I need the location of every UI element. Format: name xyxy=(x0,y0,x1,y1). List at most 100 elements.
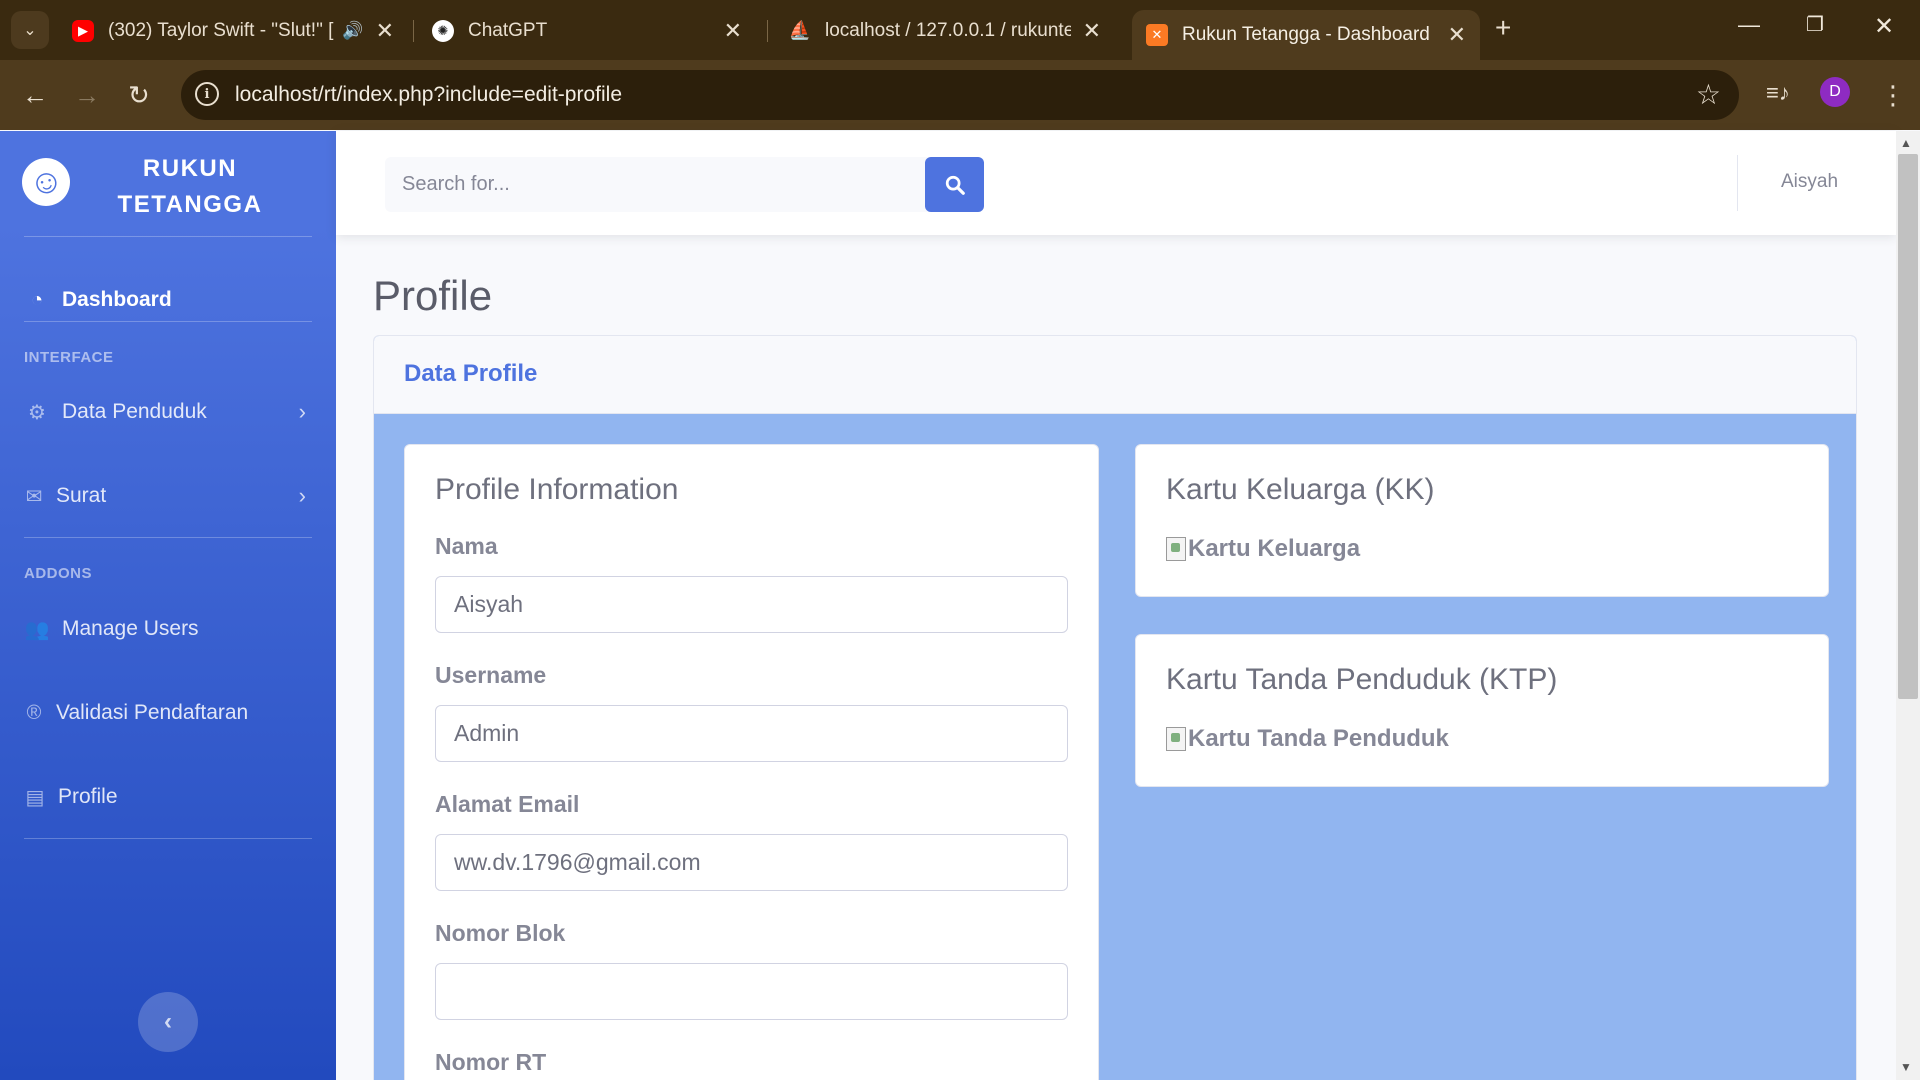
sidebar-item-surat[interactable]: ✉ Surat › xyxy=(24,476,312,516)
nama-input[interactable] xyxy=(435,576,1068,633)
tab-phpmyadmin[interactable]: ⛵ localhost / 127.0.0.1 / rukunteta ✕ xyxy=(775,10,1115,51)
broken-image-icon xyxy=(1166,727,1186,751)
registered-icon: ® xyxy=(26,701,42,724)
profile-avatar[interactable]: D xyxy=(1820,77,1850,107)
sidebar-heading-interface: INTERFACE xyxy=(24,349,114,366)
users-icon: 👥 xyxy=(24,618,50,641)
alamat-email-label: Alamat Email xyxy=(435,791,580,817)
sidebar-item-data-penduduk[interactable]: ⚙ Data Penduduk › xyxy=(24,392,312,432)
chevron-right-icon: › xyxy=(298,483,306,508)
tab-youtube[interactable]: ▶ (302) Taylor Swift - "Slut!" [L 🔊 ✕ xyxy=(58,10,408,51)
profile-information-panel: Profile Information Nama Username Alamat… xyxy=(404,444,1099,1080)
scrollbar-thumb[interactable] xyxy=(1898,154,1918,699)
close-tab-icon[interactable]: ✕ xyxy=(1448,22,1466,48)
tab-title: (302) Taylor Swift - "Slut!" [L xyxy=(108,19,335,41)
address-bar[interactable]: i localhost/rt/index.php?include=edit-pr… xyxy=(181,70,1739,120)
bookmark-star-icon[interactable]: ☆ xyxy=(1696,78,1721,111)
panel-title: Kartu Tanda Penduduk (KTP) xyxy=(1166,663,1558,696)
tab-separator xyxy=(767,20,768,42)
sidebar-item-manage-users[interactable]: 👥 Manage Users xyxy=(24,609,312,649)
username-input[interactable] xyxy=(435,705,1068,762)
reload-icon[interactable]: ↻ xyxy=(128,80,150,111)
minimize-icon[interactable]: — xyxy=(1738,12,1760,38)
kebab-menu-icon[interactable]: ⋮ xyxy=(1880,80,1906,111)
search-icon xyxy=(945,175,965,195)
topbar: Aisyah xyxy=(336,131,1896,235)
sidebar-item-label: Manage Users xyxy=(62,617,199,640)
close-window-icon[interactable]: ✕ xyxy=(1874,12,1894,41)
sidebar-item-dashboard[interactable]: ◔ Dashboard xyxy=(24,280,312,320)
url-text[interactable]: localhost/rt/index.php?include=edit-prof… xyxy=(235,83,622,107)
data-profile-card: Data Profile Profile Information Nama Us… xyxy=(373,335,1857,1080)
sidebar-item-validasi-pendaftaran[interactable]: ® Validasi Pendaftaran xyxy=(24,693,312,733)
tab-chatgpt[interactable]: ✺ ChatGPT ✕ xyxy=(418,10,756,51)
kartu-keluarga-image: Kartu Keluarga xyxy=(1166,535,1360,563)
browser-tab-strip: ⌄ ▶ (302) Taylor Swift - "Slut!" [L 🔊 ✕ … xyxy=(0,0,1920,60)
brand-title: RUKUN TETANGGA xyxy=(90,151,290,223)
xampp-icon: ✕ xyxy=(1146,24,1168,46)
youtube-icon: ▶ xyxy=(72,19,94,42)
brand-line2: TETANGGA xyxy=(117,191,263,218)
nama-label: Nama xyxy=(435,533,498,559)
kartu-tanda-penduduk-panel: Kartu Tanda Penduduk (KTP) Kartu Tanda P… xyxy=(1135,634,1829,787)
scroll-down-arrow-icon[interactable]: ▼ xyxy=(1900,1060,1912,1074)
sidebar-heading-addons: ADDONS xyxy=(24,565,93,582)
close-tab-icon[interactable]: ✕ xyxy=(724,18,742,44)
tab-title: ChatGPT xyxy=(468,19,548,41)
sidebar-brand[interactable]: ☺ RUKUN TETANGGA xyxy=(0,131,336,236)
tab-title: Rukun Tetangga - Dashboard xyxy=(1182,24,1430,45)
tab-search-button[interactable]: ⌄ xyxy=(11,11,49,49)
search-button[interactable] xyxy=(925,157,984,212)
close-tab-icon[interactable]: ✕ xyxy=(376,18,394,44)
alamat-email-input[interactable] xyxy=(435,834,1068,891)
image-alt-text: Kartu Tanda Penduduk xyxy=(1188,725,1449,752)
scroll-up-arrow-icon[interactable]: ▲ xyxy=(1900,136,1912,150)
topbar-divider xyxy=(1737,155,1738,211)
kartu-tanda-penduduk-image: Kartu Tanda Penduduk xyxy=(1166,725,1449,753)
sidebar-divider xyxy=(24,838,312,839)
phpmyadmin-icon: ⛵ xyxy=(788,20,812,40)
tab-rukun-tetangga[interactable]: ✕ Rukun Tetangga - Dashboard ✕ xyxy=(1132,10,1480,60)
tab-separator xyxy=(413,20,414,42)
sidebar-divider xyxy=(24,236,312,237)
sidebar-divider xyxy=(24,537,312,538)
page-title: Profile xyxy=(373,272,493,319)
sidebar-item-label: Profile xyxy=(58,785,118,808)
search-input[interactable] xyxy=(385,157,930,212)
chatgpt-icon: ✺ xyxy=(432,19,454,42)
chevron-right-icon: › xyxy=(298,399,306,424)
site-info-icon[interactable]: i xyxy=(195,82,219,106)
cog-icon: ⚙ xyxy=(28,401,46,424)
tachometer-icon: ◔ xyxy=(30,288,44,311)
broken-image-icon xyxy=(1166,537,1186,561)
card-header: Data Profile xyxy=(374,336,1856,414)
browser-toolbar: ← → ↻ i localhost/rt/index.php?include=e… xyxy=(0,60,1920,130)
sidebar-toggle-button[interactable]: ‹ xyxy=(138,992,198,1052)
nomor-blok-label: Nomor Blok xyxy=(435,920,566,946)
nomor-blok-input[interactable] xyxy=(435,963,1068,1020)
image-alt-text: Kartu Keluarga xyxy=(1188,535,1361,562)
restore-icon[interactable]: ❐ xyxy=(1806,12,1824,37)
sidebar-item-profile[interactable]: ▤ Profile xyxy=(24,777,312,817)
close-tab-icon[interactable]: ✕ xyxy=(1083,18,1101,44)
id-card-icon: ▤ xyxy=(25,786,45,809)
forward-arrow-icon[interactable]: → xyxy=(74,80,100,111)
card-title: Data Profile xyxy=(404,360,538,387)
brand-line1: RUKUN xyxy=(142,155,238,182)
nomor-rt-label: Nomor RT xyxy=(435,1049,547,1075)
kartu-keluarga-panel: Kartu Keluarga (KK) Kartu Keluarga xyxy=(1135,444,1829,597)
user-name[interactable]: Aisyah xyxy=(1781,171,1838,193)
sidebar-item-label: Data Penduduk xyxy=(62,400,207,423)
sidebar-item-label: Validasi Pendaftaran xyxy=(56,701,249,724)
sidebar-divider xyxy=(24,321,312,322)
back-arrow-icon[interactable]: ← xyxy=(22,80,48,111)
envelope-icon: ✉ xyxy=(25,485,43,508)
laugh-wink-icon: ☺ xyxy=(16,152,76,212)
new-tab-button[interactable]: + xyxy=(1495,12,1511,44)
sidebar-item-label: Dashboard xyxy=(62,288,172,311)
panel-title: Kartu Keluarga (KK) xyxy=(1166,473,1435,506)
speaker-icon[interactable]: 🔊 xyxy=(342,21,363,41)
sidebar-item-label: Surat xyxy=(56,484,107,507)
panel-title: Profile Information xyxy=(435,473,679,506)
media-queue-icon[interactable]: ≡♪ xyxy=(1766,80,1790,106)
